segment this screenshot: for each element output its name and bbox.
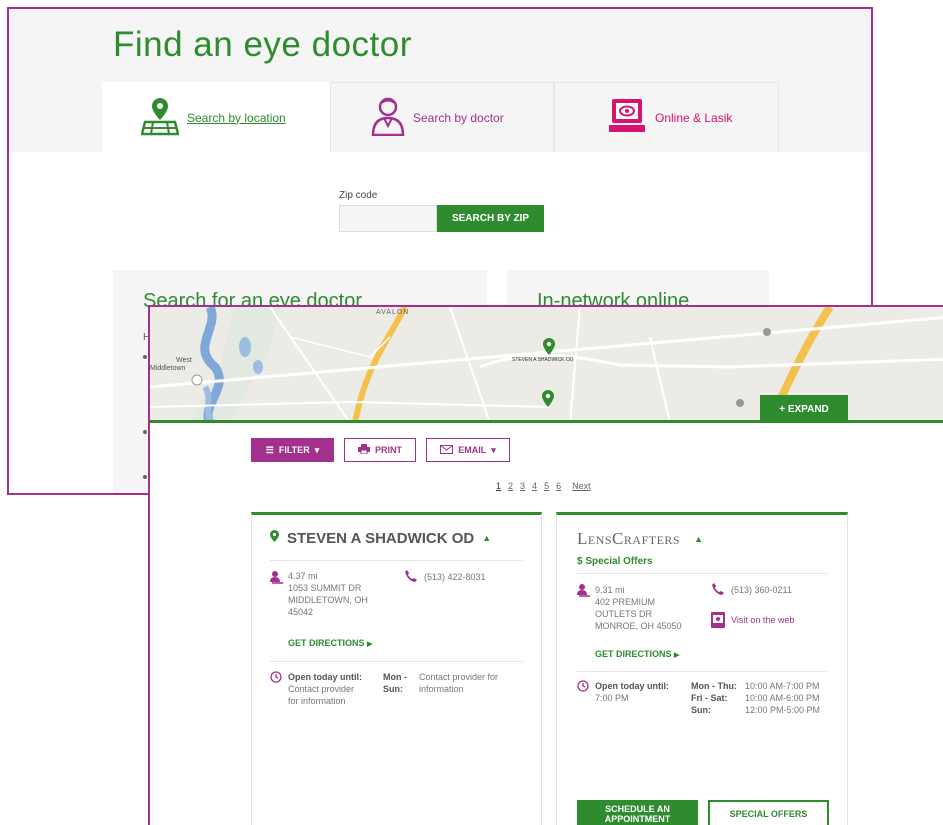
get-directions-link[interactable]: GET DIRECTIONS ▶ bbox=[288, 638, 372, 648]
schedule-appointment-button[interactable]: SCHEDULE AN APPOINTMENT bbox=[577, 800, 698, 825]
address-line: MONROE, OH 45050 bbox=[595, 621, 682, 631]
address-line: MIDDLETOWN, OH bbox=[288, 595, 368, 605]
clock-icon bbox=[270, 670, 282, 688]
hours-value: 10:00 AM-7:00 PM bbox=[745, 681, 820, 691]
print-button[interactable]: PRINT bbox=[344, 438, 416, 462]
tab-search-by-doctor[interactable]: Search by doctor bbox=[330, 82, 554, 152]
address-line: 402 PREMIUM bbox=[595, 597, 656, 607]
page-link[interactable]: 1 bbox=[496, 481, 501, 491]
caret-down-icon: ▾ bbox=[491, 444, 496, 455]
phone-number[interactable]: (513) 422-8031 bbox=[424, 571, 486, 583]
phone-icon bbox=[404, 569, 418, 588]
map[interactable]: AVALON West Middletown STEVEN A SHADWICK… bbox=[150, 307, 943, 423]
open-label: Open today until: bbox=[288, 672, 362, 682]
zip-label: Zip code bbox=[339, 190, 378, 201]
tab-label: Search by location bbox=[187, 110, 286, 125]
hours-value: 10:00 AM-6:00 PM bbox=[745, 693, 820, 703]
printer-icon bbox=[358, 444, 370, 456]
open-label: Open today until: bbox=[595, 681, 669, 691]
provider-card: STEVEN A SHADWICK OD ▲ 4.37 mi 1053 SUMM… bbox=[251, 512, 542, 825]
hours-value: Contact provider for bbox=[419, 672, 499, 682]
map-label: AVALON bbox=[376, 309, 410, 316]
provider-name: STEVEN A SHADWICK OD bbox=[287, 529, 475, 547]
bullet bbox=[143, 475, 147, 479]
results-panel: AVALON West Middletown STEVEN A SHADWICK… bbox=[148, 305, 943, 825]
hours-days: Mon - bbox=[383, 672, 407, 682]
map-pin-icon[interactable] bbox=[543, 338, 555, 360]
visit-web-link[interactable]: Visit on the web bbox=[731, 615, 794, 625]
distance: 9.31 mi bbox=[595, 585, 625, 595]
caret-down-icon: ▾ bbox=[314, 444, 320, 455]
hours-days: Sun: bbox=[383, 684, 403, 694]
sliders-icon: ☰ bbox=[265, 444, 274, 455]
hours-value: information bbox=[419, 684, 464, 694]
divider bbox=[270, 560, 523, 561]
search-by-zip-button[interactable]: SEARCH BY ZIP bbox=[437, 205, 544, 232]
hours-value: 12:00 PM-5:00 PM bbox=[745, 705, 821, 715]
collapse-icon: ▲ bbox=[694, 534, 703, 544]
person-location-icon bbox=[270, 570, 284, 589]
address-line: OUTLETS DR bbox=[595, 609, 653, 619]
person-location-icon bbox=[577, 583, 591, 602]
page-link[interactable]: 5 bbox=[544, 481, 549, 491]
special-offers-button[interactable]: SPECIAL OFFERS bbox=[708, 800, 829, 825]
page-link[interactable]: 2 bbox=[508, 481, 513, 491]
caret-right-icon: ▶ bbox=[367, 641, 373, 648]
bullet bbox=[143, 430, 147, 434]
provider-card: LensCrafters ▲ $ Special Offers 9.31 mi … bbox=[556, 512, 848, 825]
map-label: Middletown bbox=[150, 365, 186, 372]
page-title: Find an eye doctor bbox=[113, 25, 412, 64]
address-line: 1053 SUMMIT DR bbox=[288, 583, 362, 593]
provider-header[interactable]: LensCrafters ▲ bbox=[577, 529, 703, 549]
map-label: West bbox=[176, 357, 192, 364]
tab-online-lasik[interactable]: Online & Lasik bbox=[554, 82, 779, 152]
zip-input[interactable] bbox=[339, 205, 437, 232]
open-value: 7:00 PM bbox=[595, 693, 629, 703]
email-button[interactable]: EMAIL ▾ bbox=[426, 438, 510, 462]
distance: 4.37 mi bbox=[288, 571, 318, 581]
print-label: PRINT bbox=[375, 445, 402, 455]
page-link[interactable]: 6 bbox=[556, 481, 561, 491]
phone-icon bbox=[711, 582, 725, 601]
bullet bbox=[143, 355, 147, 359]
page-link[interactable]: 3 bbox=[520, 481, 525, 491]
hours-days: Fri - Sat: bbox=[691, 693, 728, 703]
clock-icon bbox=[577, 679, 589, 697]
map-pin-icon bbox=[270, 529, 279, 547]
divider bbox=[577, 573, 827, 574]
hours-days: Sun: bbox=[691, 705, 711, 715]
next-page-link[interactable]: Next bbox=[572, 481, 591, 491]
open-value: Contact provider bbox=[288, 684, 355, 694]
laptop-eye-icon bbox=[607, 96, 647, 139]
filter-button[interactable]: ☰ FILTER ▾ bbox=[251, 438, 334, 462]
open-value: for information bbox=[288, 696, 346, 706]
special-offers-link[interactable]: $ Special Offers bbox=[577, 556, 653, 567]
divider bbox=[577, 671, 827, 672]
provider-header[interactable]: STEVEN A SHADWICK OD ▲ bbox=[270, 529, 491, 547]
get-directions-link[interactable]: GET DIRECTIONS ▶ bbox=[595, 649, 679, 659]
tab-label: Search by doctor bbox=[413, 110, 504, 125]
pagination: 1 2 3 4 5 6 Next bbox=[496, 481, 591, 491]
web-icon bbox=[711, 612, 725, 633]
page-link[interactable]: 4 bbox=[532, 481, 537, 491]
address-line: 45042 bbox=[288, 607, 314, 617]
map-pin-icon[interactable] bbox=[542, 390, 554, 412]
collapse-icon: ▲ bbox=[482, 533, 492, 543]
map-pin-icon bbox=[140, 96, 180, 139]
caret-right-icon: ▶ bbox=[674, 652, 680, 659]
filter-label: FILTER bbox=[278, 445, 310, 455]
lenscrafters-logo: LensCrafters bbox=[577, 529, 681, 548]
divider bbox=[270, 661, 523, 662]
hours-days: Mon - Thu: bbox=[691, 681, 737, 691]
doctor-icon bbox=[371, 96, 405, 139]
envelope-icon bbox=[440, 444, 454, 456]
phone-number[interactable]: (513) 360-0211 bbox=[731, 584, 792, 596]
tab-label: Online & Lasik bbox=[655, 110, 733, 125]
tab-search-by-location[interactable]: Search by location bbox=[102, 82, 330, 152]
expand-map-button[interactable]: + EXPAND bbox=[760, 395, 848, 420]
email-label: EMAIL bbox=[458, 445, 487, 455]
